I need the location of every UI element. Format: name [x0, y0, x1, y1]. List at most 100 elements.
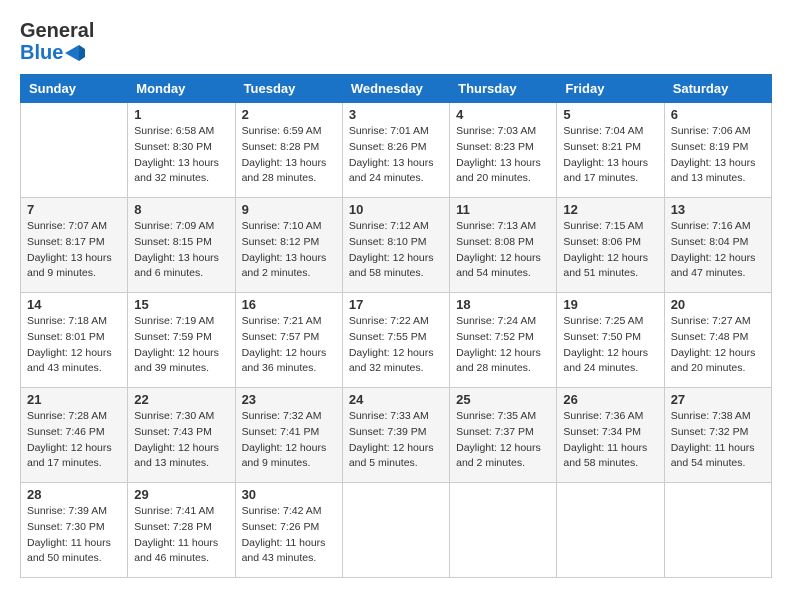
calendar-cell: 29 Sunrise: 7:41 AMSunset: 7:28 PMDayligh… [128, 483, 235, 578]
day-number: 13 [671, 202, 765, 217]
day-number: 4 [456, 107, 550, 122]
day-number: 9 [242, 202, 336, 217]
calendar-cell: 2 Sunrise: 6:59 AMSunset: 8:28 PMDaylight… [235, 103, 342, 198]
day-info: Sunrise: 6:58 AMSunset: 8:30 PMDaylight:… [134, 124, 228, 187]
day-info: Sunrise: 7:10 AMSunset: 8:12 PMDaylight:… [242, 219, 336, 282]
calendar-cell: 17 Sunrise: 7:22 AMSunset: 7:55 PMDayligh… [342, 293, 449, 388]
column-header-monday: Monday [128, 75, 235, 103]
week-row-4: 21 Sunrise: 7:28 AMSunset: 7:46 PMDayligh… [21, 388, 772, 483]
day-number: 3 [349, 107, 443, 122]
day-info: Sunrise: 7:12 AMSunset: 8:10 PMDaylight:… [349, 219, 443, 282]
calendar-cell: 1 Sunrise: 6:58 AMSunset: 8:30 PMDaylight… [128, 103, 235, 198]
day-number: 20 [671, 297, 765, 312]
day-info: Sunrise: 7:13 AMSunset: 8:08 PMDaylight:… [456, 219, 550, 282]
calendar-cell: 5 Sunrise: 7:04 AMSunset: 8:21 PMDaylight… [557, 103, 664, 198]
day-info: Sunrise: 7:19 AMSunset: 7:59 PMDaylight:… [134, 314, 228, 377]
header-row: SundayMondayTuesdayWednesdayThursdayFrid… [21, 75, 772, 103]
week-row-3: 14 Sunrise: 7:18 AMSunset: 8:01 PMDayligh… [21, 293, 772, 388]
day-info: Sunrise: 7:15 AMSunset: 8:06 PMDaylight:… [563, 219, 657, 282]
day-number: 7 [27, 202, 121, 217]
day-info: Sunrise: 7:38 AMSunset: 7:32 PMDaylight:… [671, 409, 765, 472]
calendar-cell: 24 Sunrise: 7:33 AMSunset: 7:39 PMDayligh… [342, 388, 449, 483]
calendar-cell: 15 Sunrise: 7:19 AMSunset: 7:59 PMDayligh… [128, 293, 235, 388]
calendar-cell: 26 Sunrise: 7:36 AMSunset: 7:34 PMDayligh… [557, 388, 664, 483]
calendar-cell: 28Sunrise: 7:39 AMSunset: 7:30 PMDayligh… [21, 483, 128, 578]
day-info: Sunrise: 6:59 AMSunset: 8:28 PMDaylight:… [242, 124, 336, 187]
calendar-cell: 20 Sunrise: 7:27 AMSunset: 7:48 PMDayligh… [664, 293, 771, 388]
calendar-cell: 22 Sunrise: 7:30 AMSunset: 7:43 PMDayligh… [128, 388, 235, 483]
day-number: 27 [671, 392, 765, 407]
day-number: 2 [242, 107, 336, 122]
day-number: 22 [134, 392, 228, 407]
calendar-table: SundayMondayTuesdayWednesdayThursdayFrid… [20, 74, 772, 578]
calendar-cell: 19 Sunrise: 7:25 AMSunset: 7:50 PMDayligh… [557, 293, 664, 388]
calendar-cell: 23 Sunrise: 7:32 AMSunset: 7:41 PMDayligh… [235, 388, 342, 483]
day-number: 26 [563, 392, 657, 407]
day-info: Sunrise: 7:18 AMSunset: 8:01 PMDaylight:… [27, 314, 121, 377]
calendar-cell [342, 483, 449, 578]
day-info: Sunrise: 7:03 AMSunset: 8:23 PMDaylight:… [456, 124, 550, 187]
calendar-cell: 7Sunrise: 7:07 AMSunset: 8:17 PMDaylight… [21, 198, 128, 293]
day-info: Sunrise: 7:24 AMSunset: 7:52 PMDaylight:… [456, 314, 550, 377]
day-info: Sunrise: 7:01 AMSunset: 8:26 PMDaylight:… [349, 124, 443, 187]
logo: General Blue [20, 20, 98, 64]
calendar-cell [450, 483, 557, 578]
week-row-1: 1 Sunrise: 6:58 AMSunset: 8:30 PMDaylight… [21, 103, 772, 198]
calendar-cell: 18 Sunrise: 7:24 AMSunset: 7:52 PMDayligh… [450, 293, 557, 388]
day-info: Sunrise: 7:04 AMSunset: 8:21 PMDaylight:… [563, 124, 657, 187]
day-info: Sunrise: 7:16 AMSunset: 8:04 PMDaylight:… [671, 219, 765, 282]
day-number: 18 [456, 297, 550, 312]
week-row-2: 7Sunrise: 7:07 AMSunset: 8:17 PMDaylight… [21, 198, 772, 293]
column-header-tuesday: Tuesday [235, 75, 342, 103]
day-info: Sunrise: 7:33 AMSunset: 7:39 PMDaylight:… [349, 409, 443, 472]
calendar-cell: 16 Sunrise: 7:21 AMSunset: 7:57 PMDayligh… [235, 293, 342, 388]
day-info: Sunrise: 7:30 AMSunset: 7:43 PMDaylight:… [134, 409, 228, 472]
day-info: Sunrise: 7:35 AMSunset: 7:37 PMDaylight:… [456, 409, 550, 472]
day-number: 28 [27, 487, 121, 502]
day-number: 15 [134, 297, 228, 312]
day-info: Sunrise: 7:25 AMSunset: 7:50 PMDaylight:… [563, 314, 657, 377]
day-info: Sunrise: 7:22 AMSunset: 7:55 PMDaylight:… [349, 314, 443, 377]
day-number: 29 [134, 487, 228, 502]
calendar-cell: 4 Sunrise: 7:03 AMSunset: 8:23 PMDaylight… [450, 103, 557, 198]
day-info: Sunrise: 7:41 AMSunset: 7:28 PMDaylight:… [134, 504, 228, 567]
calendar-cell: 6Sunrise: 7:06 AMSunset: 8:19 PMDaylight… [664, 103, 771, 198]
calendar-cell: 13 Sunrise: 7:16 AMSunset: 8:04 PMDayligh… [664, 198, 771, 293]
column-header-saturday: Saturday [664, 75, 771, 103]
calendar-cell: 21 Sunrise: 7:28 AMSunset: 7:46 PMDayligh… [21, 388, 128, 483]
calendar-cell: 25 Sunrise: 7:35 AMSunset: 7:37 PMDayligh… [450, 388, 557, 483]
day-number: 5 [563, 107, 657, 122]
calendar-cell: 27 Sunrise: 7:38 AMSunset: 7:32 PMDayligh… [664, 388, 771, 483]
calendar-cell [21, 103, 128, 198]
page-header: General Blue [20, 20, 772, 64]
day-number: 25 [456, 392, 550, 407]
day-number: 12 [563, 202, 657, 217]
day-info: Sunrise: 7:28 AMSunset: 7:46 PMDaylight:… [27, 409, 121, 472]
column-header-thursday: Thursday [450, 75, 557, 103]
day-number: 8 [134, 202, 228, 217]
day-info: Sunrise: 7:36 AMSunset: 7:34 PMDaylight:… [563, 409, 657, 472]
day-number: 14 [27, 297, 121, 312]
day-number: 16 [242, 297, 336, 312]
day-number: 17 [349, 297, 443, 312]
calendar-cell: 9 Sunrise: 7:10 AMSunset: 8:12 PMDaylight… [235, 198, 342, 293]
day-number: 1 [134, 107, 228, 122]
calendar-cell [557, 483, 664, 578]
day-number: 24 [349, 392, 443, 407]
day-info: Sunrise: 7:21 AMSunset: 7:57 PMDaylight:… [242, 314, 336, 377]
calendar-cell: 14 Sunrise: 7:18 AMSunset: 8:01 PMDayligh… [21, 293, 128, 388]
week-row-5: 28Sunrise: 7:39 AMSunset: 7:30 PMDayligh… [21, 483, 772, 578]
column-header-friday: Friday [557, 75, 664, 103]
day-number: 23 [242, 392, 336, 407]
day-info: Sunrise: 7:32 AMSunset: 7:41 PMDaylight:… [242, 409, 336, 472]
calendar-cell: 3 Sunrise: 7:01 AMSunset: 8:26 PMDaylight… [342, 103, 449, 198]
calendar-cell [664, 483, 771, 578]
calendar-cell: 30Sunrise: 7:42 AMSunset: 7:26 PMDayligh… [235, 483, 342, 578]
day-number: 21 [27, 392, 121, 407]
calendar-cell: 8Sunrise: 7:09 AMSunset: 8:15 PMDaylight… [128, 198, 235, 293]
day-number: 19 [563, 297, 657, 312]
day-number: 10 [349, 202, 443, 217]
day-info: Sunrise: 7:42 AMSunset: 7:26 PMDaylight:… [242, 504, 336, 567]
day-info: Sunrise: 7:27 AMSunset: 7:48 PMDaylight:… [671, 314, 765, 377]
column-header-sunday: Sunday [21, 75, 128, 103]
